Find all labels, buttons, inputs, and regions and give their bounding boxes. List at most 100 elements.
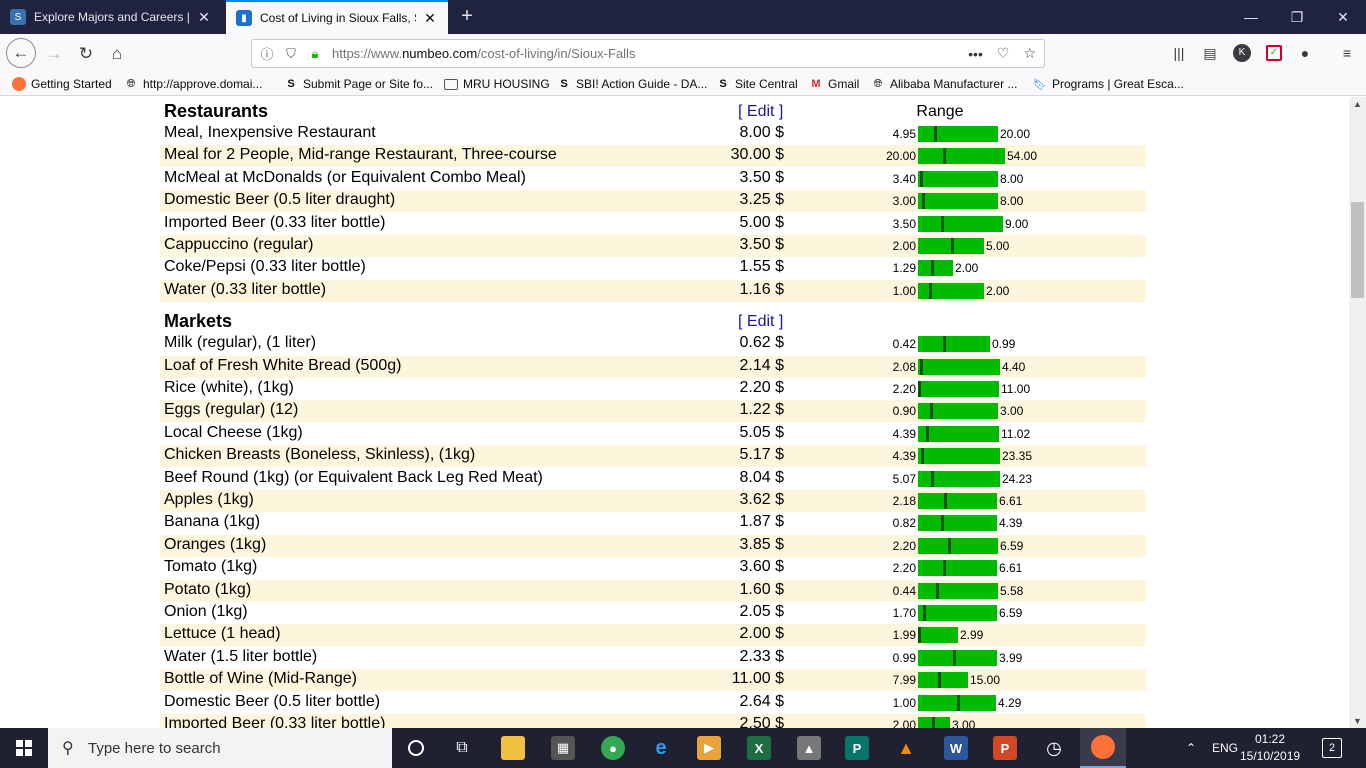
range-bar (918, 537, 998, 554)
table-row: Bottle of Wine (Mid-Range) 11.00 $ 7.99 15.… (160, 669, 1146, 692)
sbi-icon: S (287, 78, 295, 90)
item-price: 2.05 $ (739, 603, 784, 620)
hamburger-menu-icon[interactable]: ≡ (1336, 42, 1358, 64)
word-icon[interactable]: W (933, 728, 979, 768)
bookmark-approve-domain[interactable]: 🌐︎ http://approve.domai... (124, 76, 263, 92)
page-content: Restaurants [ Edit ] Range Meal, Inexpensiv… (0, 97, 1349, 728)
bookmarks-toolbar: Getting Started 🌐︎ http://approve.domai.… (0, 72, 1366, 96)
lock-icon[interactable]: 🔒︎ (306, 46, 324, 62)
table-row: Tomato (1kg) 3.60 $ 2.20 6.61 (160, 557, 1146, 579)
media-player-icon[interactable]: ▶ (686, 728, 732, 768)
shield-icon[interactable]: ⛉ (282, 46, 300, 62)
minimize-icon[interactable]: — (1228, 0, 1274, 34)
profile-icon[interactable]: ● (1294, 42, 1316, 64)
range-max: 2.00 (986, 283, 1010, 298)
tab-strip: S Explore Majors and Careers | Sc ✕ ▮ Co… (0, 0, 1366, 34)
extension-icon[interactable]: ✓ (1263, 42, 1285, 64)
range-min: 3.00 (892, 194, 916, 209)
close-window-icon[interactable]: ✕ (1320, 0, 1366, 34)
table-row: Oranges (1kg) 3.85 $ 2.20 6.59 (160, 534, 1146, 557)
back-arrow-icon[interactable]: ← (6, 38, 36, 68)
powerpoint-icon[interactable]: P (982, 728, 1028, 768)
address-bar[interactable]: ⓘ ⛉ 🔒︎ https://www.numbeo.com/cost-of-li… (251, 39, 1045, 68)
info-icon[interactable]: ⓘ (258, 44, 276, 63)
close-tab-icon[interactable]: ✕ (196, 9, 212, 26)
new-tab-plus-icon[interactable]: + (456, 5, 478, 27)
range-min: 2.08 (892, 359, 916, 374)
tab-explore-majors[interactable]: S Explore Majors and Careers | Sc ✕ (0, 0, 222, 34)
file-explorer-icon[interactable] (490, 728, 536, 768)
bookmark-star-icon[interactable]: ☆ (1023, 45, 1036, 62)
range-average-tick (943, 148, 946, 165)
show-hidden-icons-chevron-icon[interactable]: ⌃ (1186, 728, 1196, 768)
range-max: 6.61 (999, 494, 1023, 508)
restore-icon[interactable]: ❐ (1274, 0, 1320, 34)
range-bar (918, 694, 996, 711)
scroll-down-icon[interactable]: ▼ (1349, 714, 1366, 728)
bookmark-getting-started[interactable]: Getting Started (12, 76, 112, 92)
bookmark-alibaba[interactable]: 🌐︎ Alibaba Manufacturer ... (871, 76, 1018, 92)
scroll-up-icon[interactable]: ▲ (1349, 97, 1366, 111)
range-average-tick (918, 381, 921, 397)
table-row: Rice (white), (1kg) 2.20 $ 2.20 11.00 (160, 378, 1146, 400)
close-tab-icon[interactable]: ✕ (422, 10, 438, 27)
chrome-icon[interactable]: ● (590, 728, 636, 768)
range-max: 23.35 (1002, 449, 1033, 464)
pocket-icon[interactable]: ♡ (997, 45, 1010, 62)
range-max: 0.99 (992, 337, 1016, 352)
notifications-icon[interactable]: 2 (1322, 728, 1342, 768)
url-text[interactable]: https://www.numbeo.com/cost-of-living/in… (332, 46, 635, 61)
range-column-header: Range (916, 103, 964, 120)
item-price: 3.25 $ (739, 191, 784, 209)
bookmark-gmail[interactable]: M Gmail (809, 76, 859, 92)
firefox-taskbar-icon[interactable] (1080, 728, 1126, 768)
start-button[interactable] (0, 728, 48, 768)
language-indicator[interactable]: ENG (1212, 728, 1238, 768)
range-max: 11.00 (1001, 382, 1031, 396)
range-average-tick (920, 170, 923, 187)
page-actions-menu-icon[interactable]: ••• (968, 46, 983, 62)
bookmark-icon: 🔖︎ (1033, 78, 1047, 91)
range-average-tick (936, 582, 939, 599)
edit-link[interactable]: [ Edit ] (738, 103, 783, 125)
home-icon[interactable]: ⌂ (103, 40, 131, 68)
table-row: Lettuce (1 head) 2.00 $ 1.99 2.99 (160, 624, 1146, 647)
scrollbar-thumb[interactable] (1351, 202, 1364, 298)
item-label: Banana (1kg) (164, 513, 261, 531)
range-bar (918, 493, 997, 509)
tab-cost-of-living[interactable]: ▮ Cost of Living in Sioux Falls, Sc ✕ (226, 0, 448, 34)
range-max: 11.02 (1001, 426, 1031, 441)
reload-icon[interactable]: ↻ (72, 40, 100, 68)
publisher-icon[interactable]: P (834, 728, 880, 768)
range-bar (918, 381, 999, 397)
system-clock[interactable]: 01:22 15/10/2019 (1240, 731, 1300, 765)
bookmark-programs[interactable]: 🔖︎ Programs | Great Esca... (1033, 76, 1184, 92)
bookmark-sbi-action-guide[interactable]: S SBI! Action Guide - DA... (557, 76, 707, 92)
item-price: 5.17 $ (739, 446, 784, 464)
vlc-icon[interactable]: ▲ (883, 728, 929, 768)
excel-icon[interactable]: X (736, 728, 782, 768)
range-max: 4.39 (999, 516, 1023, 531)
range-bar (918, 627, 958, 644)
edge-icon[interactable]: e (638, 728, 684, 768)
photos-icon[interactable]: ▲ (786, 728, 832, 768)
range-average-tick (934, 126, 937, 142)
bookmark-mru-housing[interactable]: MRU HOUSING (444, 76, 550, 92)
item-label: Onion (1kg) (164, 603, 248, 620)
taskbar-search-box[interactable]: ⚲ Type here to search (48, 728, 392, 768)
tab-title: Explore Majors and Careers | Sc (34, 10, 190, 24)
task-view-icon[interactable]: ⧉ (439, 728, 485, 768)
bookmark-site-central[interactable]: S Site Central (716, 76, 797, 92)
item-label: Milk (regular), (1 liter) (164, 334, 317, 352)
sidebar-icon[interactable]: ▤ (1199, 42, 1221, 64)
range-bar (918, 448, 1000, 465)
forward-arrow-icon[interactable]: → (40, 40, 68, 68)
calculator-icon[interactable]: ▦ (540, 728, 586, 768)
cortana-icon[interactable] (393, 728, 439, 768)
edit-link[interactable]: [ Edit ] (738, 313, 783, 335)
alarms-clock-icon[interactable]: ◷ (1031, 728, 1077, 768)
vertical-scrollbar[interactable]: ▲ ▼ (1349, 97, 1366, 728)
library-icon[interactable]: ||| (1168, 42, 1190, 64)
account-k-icon[interactable]: K (1231, 42, 1253, 64)
bookmark-submit-page[interactable]: S Submit Page or Site fo... (284, 76, 433, 92)
